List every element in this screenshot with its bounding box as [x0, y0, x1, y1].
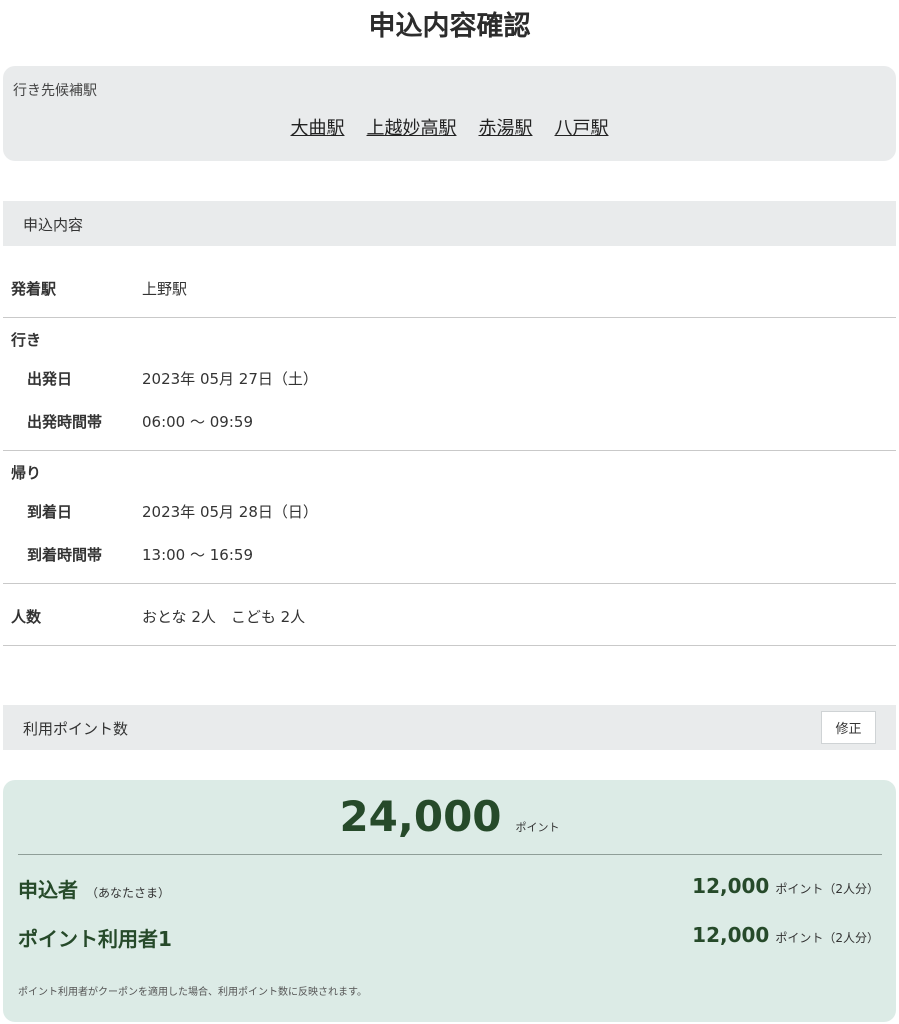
coupon-note: ポイント利用者がクーポンを適用した場合、利用ポイント数に反映されます。 [18, 987, 367, 998]
return-date-label: 到着日 [27, 503, 73, 521]
station-link-omagari[interactable]: 大曲駅 [291, 118, 345, 139]
outbound-time-label: 出発時間帯 [27, 413, 103, 431]
points-unit: ポイント（2人分） [775, 931, 879, 945]
user-name-text: 申込者 [18, 878, 78, 902]
return-time-value: 13:00 〜 16:59 [142, 546, 253, 564]
page-title: 申込内容確認 [368, 11, 531, 42]
return-time-label: 到着時間帯 [27, 546, 103, 564]
divider [18, 854, 882, 855]
user-name-text: ポイント利用者1 [18, 927, 172, 951]
outbound-time-value: 06:00 〜 09:59 [142, 413, 253, 431]
candidates-list: 大曲駅 上越妙高駅 赤湯駅 八戸駅 [3, 114, 896, 140]
total-points-unit: ポイント [515, 821, 560, 834]
people-label: 人数 [11, 608, 42, 626]
points-unit: ポイント（2人分） [775, 882, 879, 896]
destination-candidates-panel: 行き先候補駅 大曲駅 上越妙高駅 赤湯駅 八戸駅 [3, 66, 896, 161]
departure-station-value: 上野駅 [142, 280, 188, 298]
points-summary-panel: 24,000 ポイント 申込者 （あなたさま） 12,000 ポイント（2人分） ポイ… [3, 780, 896, 1022]
station-link-akayu[interactable]: 赤湯駅 [479, 118, 533, 139]
section-title: 申込内容 [23, 216, 84, 234]
divider [3, 317, 896, 318]
departure-station-label: 発着駅 [11, 280, 57, 298]
edit-button[interactable]: 修正 [821, 711, 876, 744]
station-link-joetsumyoko[interactable]: 上越妙高駅 [367, 118, 457, 139]
points-section-header: 利用ポイント数 修正 [3, 705, 896, 750]
outbound-date-value: 2023年 05月 27日（土） [142, 370, 318, 388]
points-value: 12,000 [692, 874, 770, 898]
total-points-value: 24,000 [339, 792, 502, 841]
outbound-date-label: 出発日 [27, 370, 73, 388]
point-user-1-name: ポイント利用者1 [18, 923, 172, 952]
applicant-points: 12,000 ポイント（2人分） [692, 874, 879, 898]
candidates-label: 行き先候補駅 [13, 83, 97, 99]
divider [3, 583, 896, 584]
total-points: 24,000 ポイント [3, 792, 896, 841]
application-section-header: 申込内容 [3, 201, 896, 246]
divider [3, 450, 896, 451]
divider [3, 645, 896, 646]
section-title: 利用ポイント数 [23, 720, 129, 738]
people-value: おとな 2人 こども 2人 [142, 608, 306, 626]
user-note: （あなたさま） [86, 886, 171, 900]
points-value: 12,000 [692, 923, 770, 947]
outbound-label: 行き [11, 331, 42, 349]
point-user-1-points: 12,000 ポイント（2人分） [692, 923, 879, 947]
return-label: 帰り [11, 464, 42, 482]
applicant-name: 申込者 （あなたさま） [18, 874, 170, 903]
station-link-hachinohe[interactable]: 八戸駅 [555, 118, 609, 139]
return-date-value: 2023年 05月 28日（日） [142, 503, 318, 521]
